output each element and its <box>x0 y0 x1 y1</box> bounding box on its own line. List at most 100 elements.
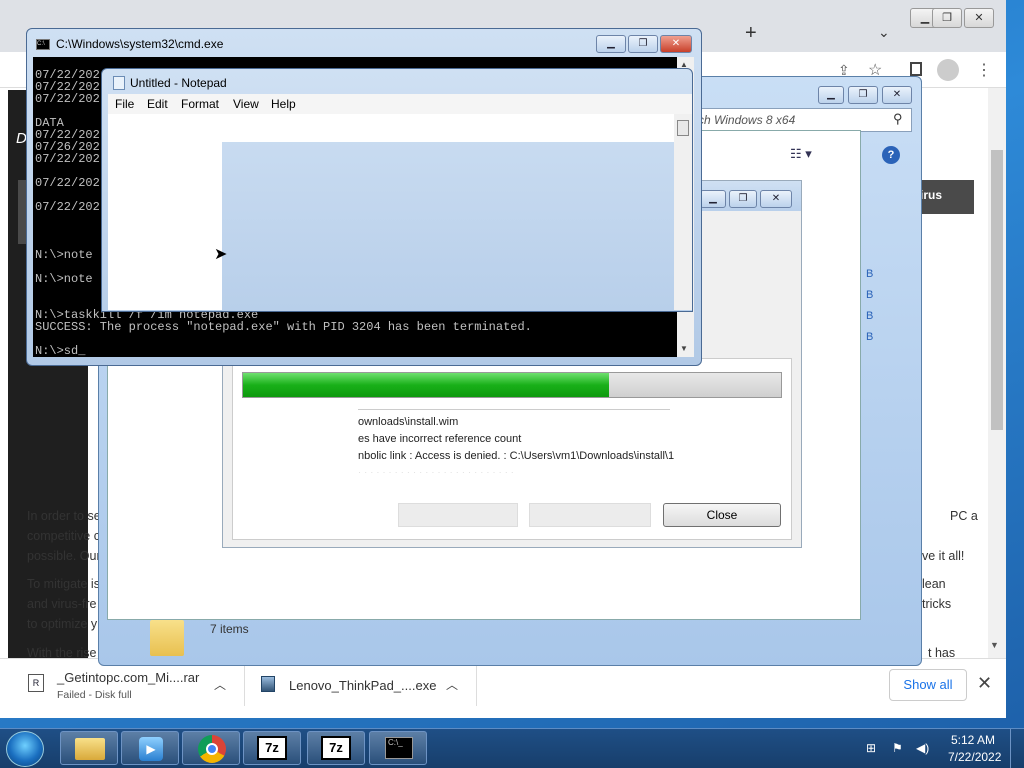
start-button[interactable] <box>6 731 44 767</box>
cmd-output-line: 07/22/202 <box>35 200 100 214</box>
taskbar-7zip-button[interactable]: 7z <box>243 731 301 765</box>
action-center-icon[interactable]: ⚑ <box>892 741 903 755</box>
article-line: To mitigate is <box>27 577 100 591</box>
network-icon[interactable]: ⊞ <box>866 741 876 755</box>
profile-avatar-icon[interactable] <box>937 59 959 81</box>
search-icon[interactable]: ⚲ <box>893 111 903 127</box>
notepad-window-title: Untitled - Notepad <box>130 76 227 90</box>
download-item-status: Failed - Disk full <box>57 689 132 701</box>
chrome-icon <box>198 735 226 763</box>
change-view-icon[interactable]: ☷ ▾ <box>790 146 812 162</box>
show-desktop-button[interactable] <box>1010 729 1024 768</box>
media-player-icon: ▶ <box>139 737 163 761</box>
rar-file-icon: R <box>28 674 44 692</box>
file-size-unit: B <box>866 331 874 343</box>
article-line-right: tricks <box>922 597 952 611</box>
folder-icon <box>150 620 184 656</box>
help-icon[interactable]: ? <box>882 146 900 164</box>
explorer-maximize-button[interactable]: ❐ <box>848 86 878 104</box>
chrome-center <box>206 743 218 755</box>
7zip-icon: 7z <box>321 736 351 760</box>
cmd-output-line: SUCCESS: The process "notepad.exe" with … <box>35 320 532 334</box>
cmd-close-button[interactable]: ✕ <box>660 35 692 53</box>
copy-progress-fill <box>243 373 609 397</box>
article-line: competitive c <box>27 529 100 543</box>
file-size-unit: B <box>866 268 874 280</box>
menu-view[interactable]: View <box>233 97 259 111</box>
article-line-right: PC a <box>950 509 978 523</box>
clock-time[interactable]: 5:12 AM <box>951 733 995 747</box>
exe-file-icon <box>261 676 275 692</box>
details-separator <box>358 409 670 410</box>
detail-line: ownloads\install.wim <box>358 416 459 428</box>
detail-line: es have incorrect reference count <box>358 433 522 445</box>
article-line-right: lean <box>922 577 946 591</box>
taskbar-chrome-button[interactable] <box>182 731 240 765</box>
browser-maximize-button[interactable]: ❐ <box>932 8 962 28</box>
page-scroll-thumb[interactable] <box>991 150 1003 430</box>
taskbar-7zip-button[interactable]: 7z <box>307 731 365 765</box>
explorer-items-count: 7 items <box>210 622 249 636</box>
scroll-down-arrow-icon[interactable]: ▼ <box>990 640 999 650</box>
explorer-close-button[interactable]: ✕ <box>882 86 912 104</box>
article-line-right: ve it all! <box>922 549 965 563</box>
article-line: and virus-fre <box>27 597 97 611</box>
cmd-output-line: 07/22/202 <box>35 152 100 166</box>
mouse-cursor-icon: ➤ <box>214 246 228 263</box>
explorer-minimize-button[interactable]: ▁ <box>818 86 844 104</box>
download-item-name[interactable]: _Getintopc.com_Mi....rar <box>57 670 199 685</box>
dialog-maximize-button[interactable]: ❐ <box>729 190 757 208</box>
dialog-close-button[interactable]: ✕ <box>760 190 792 208</box>
show-all-downloads-button[interactable]: Show all <box>889 669 967 701</box>
notepad-scrollbar[interactable] <box>674 114 692 310</box>
cmd-icon: C:\_ <box>385 737 413 759</box>
notepad-text-area[interactable] <box>108 114 222 310</box>
download-item-chevron-icon[interactable]: ︿ <box>214 676 226 693</box>
cmd-output-line: N:\>note <box>35 272 93 286</box>
cmd-output-line: 07/22/202 <box>35 92 100 106</box>
close-button[interactable]: Close <box>663 503 781 527</box>
clock-date[interactable]: 7/22/2022 <box>948 750 1001 764</box>
menu-help[interactable]: Help <box>271 97 296 111</box>
cmd-output-line: N:\>note <box>35 248 93 262</box>
cmd-app-icon: C:\ <box>36 39 50 50</box>
detail-line: nbolic link : Access is denied. : C:\Use… <box>358 450 674 462</box>
close-download-bar-icon[interactable]: ✕ <box>977 673 992 694</box>
volume-icon[interactable]: ◀) <box>916 741 929 755</box>
menu-format[interactable]: Format <box>181 97 219 111</box>
tab-search-button[interactable]: ⌄ <box>878 24 890 41</box>
cmd-maximize-button[interactable]: ❐ <box>628 35 658 53</box>
menu-file[interactable]: File <box>115 97 134 111</box>
cmd-window-title: C:\Windows\system32\cmd.exe <box>56 37 224 51</box>
disabled-button <box>398 503 518 527</box>
disabled-button <box>529 503 651 527</box>
download-bar <box>0 658 1006 716</box>
download-item-chevron-icon[interactable]: ︿ <box>446 676 458 693</box>
7zip-icon: 7z <box>257 736 287 760</box>
cmd-output-line: N:\>sd_ <box>35 344 86 358</box>
cmd-minimize-button[interactable]: ▁ <box>596 35 626 53</box>
sidepanel-icon[interactable] <box>910 62 922 76</box>
taskbar-explorer-button[interactable] <box>60 731 118 765</box>
scroll-down-arrow-icon[interactable]: ▼ <box>680 344 688 353</box>
article-line: In order to se <box>27 509 101 523</box>
article-line: to optimize y <box>27 617 98 631</box>
menu-edit[interactable]: Edit <box>147 97 168 111</box>
dialog-minimize-button[interactable]: ▁ <box>700 190 726 208</box>
explorer-search-placeholder: rch Windows 8 x64 <box>694 113 796 127</box>
file-size-unit: B <box>866 289 874 301</box>
taskbar-cmd-button[interactable]: C:\_ <box>369 731 427 765</box>
detail-line: . . . . . . . . . . . . . . . . . . . . … <box>358 465 514 473</box>
browser-close-button[interactable]: ✕ <box>964 8 994 28</box>
download-item-name[interactable]: Lenovo_ThinkPad_....exe <box>289 678 436 693</box>
cmd-output-line: 07/22/202 <box>35 176 100 190</box>
page-nav-item-virus[interactable]: irus <box>914 180 974 214</box>
new-tab-button[interactable]: + <box>745 22 757 45</box>
article-line: possible. Our <box>27 549 101 563</box>
notepad-scroll-thumb[interactable] <box>677 120 689 136</box>
download-divider <box>244 666 245 706</box>
folder-icon <box>75 738 105 760</box>
menu-kebab-icon[interactable]: ⋮ <box>976 60 992 80</box>
notepad-app-icon <box>113 76 125 90</box>
taskbar-media-player-button[interactable]: ▶ <box>121 731 179 765</box>
